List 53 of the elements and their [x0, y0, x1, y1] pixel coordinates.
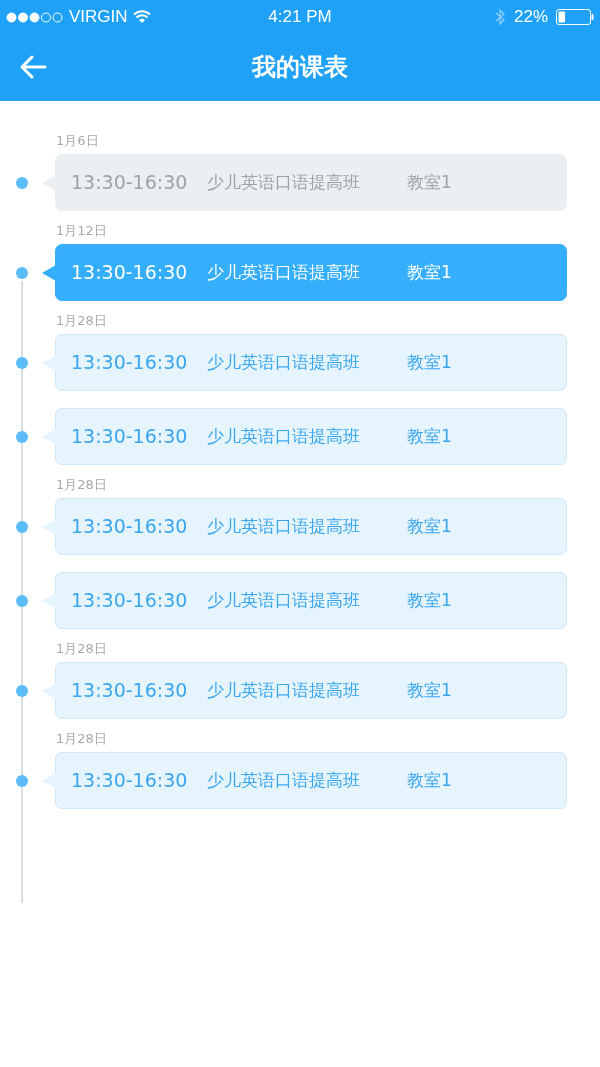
- lesson-card[interactable]: 13:30-16:30 少儿英语口语提高班 教室1: [55, 498, 567, 555]
- date-label: 1月12日: [56, 221, 107, 240]
- course-name: 少儿英语口语提高班: [207, 514, 361, 538]
- clock-time: 4:21 PM: [268, 6, 332, 29]
- room-name: 教室1: [407, 768, 452, 792]
- lesson-time: 13:30-16:30: [71, 424, 189, 450]
- lesson-card[interactable]: 13:30-16:30 少儿英语口语提高班 教室1: [55, 752, 567, 809]
- room-name: 教室1: [407, 170, 452, 194]
- card-pointer: [42, 354, 56, 371]
- lesson-time: 13:30-16:30: [71, 678, 189, 704]
- date-label: 1月6日: [56, 131, 99, 150]
- battery-icon: [556, 9, 594, 25]
- lesson-card[interactable]: 13:30-16:30 少儿英语口语提高班 教室1: [55, 334, 567, 391]
- card-pointer: [42, 592, 56, 609]
- room-name: 教室1: [407, 678, 452, 702]
- room-name: 教室1: [407, 260, 452, 284]
- course-name: 少儿英语口语提高班: [207, 588, 361, 612]
- lesson-time: 13:30-16:30: [71, 514, 189, 540]
- page-title: 我的课表: [252, 51, 348, 83]
- bluetooth-icon: [494, 8, 506, 26]
- card-pointer: [42, 264, 56, 281]
- course-name: 少儿英语口语提高班: [207, 260, 361, 284]
- course-name: 少儿英语口语提高班: [207, 170, 361, 194]
- lesson-time: 13:30-16:30: [71, 260, 189, 286]
- lesson-time: 13:30-16:30: [71, 768, 189, 794]
- date-label: 1月28日: [56, 311, 107, 330]
- date-label: 1月28日: [56, 729, 107, 748]
- course-name: 少儿英语口语提高班: [207, 424, 361, 448]
- lesson-card[interactable]: 13:30-16:30 少儿英语口语提高班 教室1: [55, 244, 567, 301]
- card-pointer: [42, 518, 56, 535]
- lesson-card[interactable]: 13:30-16:30 少儿英语口语提高班 教室1: [55, 662, 567, 719]
- room-name: 教室1: [407, 514, 452, 538]
- lesson-time: 13:30-16:30: [71, 350, 189, 376]
- card-pointer: [42, 772, 56, 789]
- course-name: 少儿英语口语提高班: [207, 678, 361, 702]
- carrier-name: VIRGIN: [69, 6, 128, 29]
- card-pointer: [42, 682, 56, 699]
- course-name: 少儿英语口语提高班: [207, 768, 361, 792]
- lesson-card[interactable]: 13:30-16:30 少儿英语口语提高班 教室1: [55, 154, 567, 211]
- signal-icon: [6, 11, 64, 23]
- lesson-time: 13:30-16:30: [71, 170, 189, 196]
- lesson-card[interactable]: 13:30-16:30 少儿英语口语提高班 教室1: [55, 572, 567, 629]
- room-name: 教室1: [407, 588, 452, 612]
- card-pointer: [42, 428, 56, 445]
- date-label: 1月28日: [56, 639, 107, 658]
- date-label: 1月28日: [56, 475, 107, 494]
- lesson-time: 13:30-16:30: [71, 588, 189, 614]
- course-name: 少儿英语口语提高班: [207, 350, 361, 374]
- battery-percent: 22%: [513, 6, 548, 29]
- room-name: 教室1: [407, 350, 452, 374]
- lesson-card[interactable]: 13:30-16:30 少儿英语口语提高班 教室1: [55, 408, 567, 465]
- wifi-icon: [132, 10, 151, 24]
- room-name: 教室1: [407, 424, 452, 448]
